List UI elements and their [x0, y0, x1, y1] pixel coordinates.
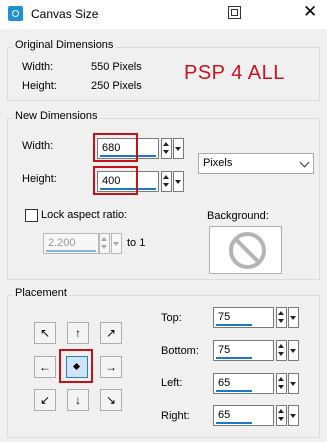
height-spinner[interactable]	[161, 171, 172, 192]
original-height-label: Height:	[22, 80, 57, 92]
aspect-ratio-spinner[interactable]	[99, 233, 110, 254]
bottom-label: Bottom:	[161, 345, 199, 357]
bottom-dropdown[interactable]	[288, 340, 299, 361]
top-label: Top:	[161, 312, 182, 324]
top-input[interactable]: 75	[213, 307, 274, 328]
units-select[interactable]: Pixels	[198, 153, 314, 174]
left-input[interactable]: 65	[213, 373, 274, 394]
aspect-ratio-suffix: to 1	[127, 237, 146, 249]
anchor-top-left-button[interactable]: ↖	[34, 322, 56, 344]
bottom-slider-bar	[216, 357, 252, 359]
anchor-bottom-left-button[interactable]: ↙	[34, 389, 56, 411]
top-dropdown[interactable]	[288, 307, 299, 328]
close-button[interactable]: ✕	[303, 3, 317, 20]
height-highlight	[93, 166, 138, 195]
units-select-value: Pixels	[203, 157, 233, 169]
width-spinner[interactable]	[161, 138, 172, 159]
placement-title: Placement	[13, 287, 69, 299]
title-bar: Canvas Size ✕	[0, 0, 327, 29]
anchor-bottom-button[interactable]: ↓	[67, 389, 89, 411]
chevron-down-icon	[299, 157, 310, 168]
top-spinner[interactable]	[276, 307, 287, 328]
width-label: Width:	[22, 140, 54, 152]
left-slider-bar	[216, 390, 252, 392]
aspect-ratio-value: 2.200	[48, 237, 76, 249]
right-input[interactable]: 65	[213, 405, 274, 426]
right-input-value: 65	[218, 409, 231, 421]
anchor-left-button[interactable]: ←	[34, 356, 56, 378]
aspect-ratio-dropdown[interactable]	[111, 233, 122, 254]
left-spinner[interactable]	[276, 373, 287, 394]
center-anchor-highlight	[59, 349, 93, 383]
left-input-value: 65	[218, 377, 231, 389]
anchor-top-button[interactable]: ↑	[67, 322, 89, 344]
width-dropdown[interactable]	[173, 138, 184, 159]
bottom-input[interactable]: 75	[213, 340, 274, 361]
original-width-label: Width:	[22, 61, 54, 73]
left-label: Left:	[161, 377, 183, 389]
anchor-right-button[interactable]: →	[100, 356, 122, 378]
watermark-text: PSP 4 ALL	[184, 62, 285, 84]
new-dimensions-title: New Dimensions	[13, 110, 100, 122]
no-color-icon	[229, 232, 266, 269]
top-slider-bar	[216, 324, 252, 326]
bottom-input-value: 75	[218, 344, 231, 356]
aspect-ratio-bar	[46, 250, 96, 252]
height-label: Height:	[22, 173, 57, 185]
lock-aspect-label: Lock aspect ratio:	[41, 209, 128, 221]
right-slider-bar	[216, 422, 252, 424]
restore-icon[interactable]	[228, 6, 241, 19]
anchor-bottom-right-button[interactable]: ↘	[100, 389, 122, 411]
lock-aspect-checkbox[interactable]	[25, 209, 38, 222]
height-dropdown[interactable]	[173, 171, 184, 192]
aspect-ratio-input[interactable]: 2.200	[43, 233, 99, 254]
width-highlight	[93, 133, 138, 162]
original-dimensions-title: Original Dimensions	[13, 39, 116, 51]
background-label: Background:	[207, 210, 269, 222]
background-swatch[interactable]	[209, 226, 282, 274]
app-icon	[8, 6, 23, 21]
bottom-spinner[interactable]	[276, 340, 287, 361]
top-input-value: 75	[218, 311, 231, 323]
original-height-value: 250 Pixels	[91, 80, 142, 92]
anchor-top-right-button[interactable]: ↗	[100, 322, 122, 344]
left-dropdown[interactable]	[288, 373, 299, 394]
right-spinner[interactable]	[276, 405, 287, 426]
original-width-value: 550 Pixels	[91, 61, 142, 73]
right-dropdown[interactable]	[288, 405, 299, 426]
window-title: Canvas Size	[31, 7, 99, 21]
right-label: Right:	[161, 410, 190, 422]
